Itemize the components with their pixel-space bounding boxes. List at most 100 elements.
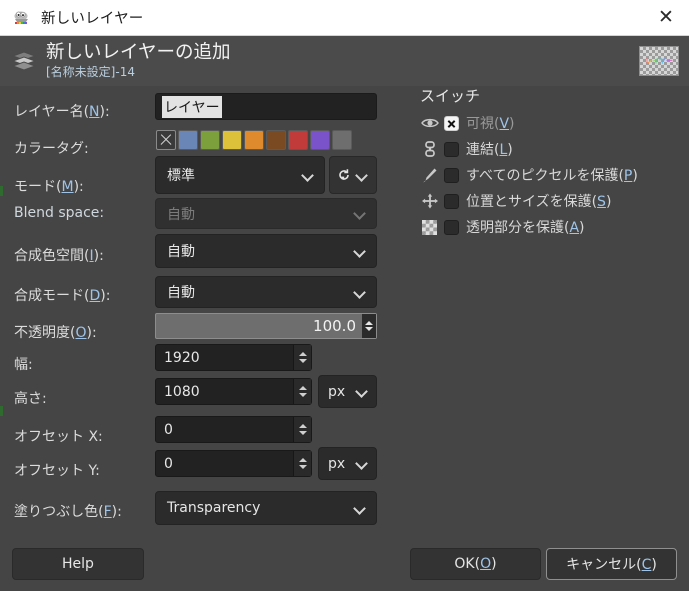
- switches-title: スイッチ: [420, 87, 481, 105]
- mode-value: 標準: [167, 168, 195, 184]
- dialog-header: 新しいレイヤーの追加 [名称未設定]-14 レイヤー: [0, 36, 689, 86]
- layer-name-value: レイヤー: [162, 95, 222, 118]
- mode-dropdown[interactable]: 標準: [155, 156, 325, 194]
- checkerboard-icon: [420, 218, 440, 236]
- help-button-label: Help: [62, 556, 94, 572]
- width-label: 幅:: [14, 357, 33, 373]
- blend-space-dropdown: 自動: [155, 198, 377, 229]
- offset-x-input[interactable]: 0: [155, 416, 312, 443]
- offset-y-input[interactable]: 0: [155, 450, 312, 477]
- composite-mode-value: 自動: [167, 285, 195, 301]
- image-thumbnail: レイヤー: [639, 46, 679, 76]
- switch-label-lock-pixels: すべてのピクセルを保護(P): [466, 168, 638, 184]
- size-unit-value: px: [328, 383, 346, 400]
- link-checkbox[interactable]: [444, 141, 459, 157]
- height-input[interactable]: 1080: [155, 378, 312, 405]
- color-tag-blue[interactable]: [178, 130, 198, 150]
- switch-row-link[interactable]: 連結(L): [420, 138, 513, 160]
- color-tag-gray[interactable]: [332, 130, 352, 150]
- chevron-down-icon: [354, 286, 367, 299]
- gimp-wilber-icon: [12, 8, 32, 28]
- ok-button[interactable]: OK(O): [410, 548, 541, 580]
- opacity-slider[interactable]: 100.0: [155, 313, 377, 339]
- close-icon[interactable]: ✕: [649, 3, 683, 33]
- blend-space-value: 自動: [167, 206, 195, 223]
- offset-y-label: オフセット Y:: [14, 463, 100, 479]
- layers-icon: [10, 48, 38, 74]
- composite-space-value: 自動: [167, 244, 195, 260]
- window-title: 新しいレイヤー: [41, 11, 144, 27]
- eye-icon: [420, 114, 440, 132]
- size-unit-dropdown[interactable]: px: [318, 375, 377, 408]
- color-tag-orange[interactable]: [244, 130, 264, 150]
- chain-link-icon: [420, 140, 440, 158]
- switch-row-lock-alpha[interactable]: 透明部分を保護(A): [420, 216, 585, 238]
- blend-space-label: Blend space:: [14, 205, 105, 221]
- mode-label: モード(M):: [14, 179, 84, 195]
- chevron-down-icon: [356, 169, 369, 182]
- move-arrows-icon: [420, 192, 440, 210]
- chevron-down-icon: [356, 457, 369, 470]
- dialog-footer: Help OK(O) キャンセル(C): [0, 539, 689, 591]
- opacity-stepper[interactable]: [362, 314, 376, 338]
- dialog-title: 新しいレイヤーの追加: [46, 42, 231, 64]
- switch-label-lock-alpha: 透明部分を保護(A): [466, 220, 585, 236]
- fill-color-label: 塗りつぶし色(F):: [14, 504, 122, 520]
- fill-color-dropdown[interactable]: Transparency: [155, 491, 377, 525]
- offset-x-stepper[interactable]: [293, 417, 311, 442]
- color-tag-violet[interactable]: [310, 130, 330, 150]
- chevron-down-icon: [354, 245, 367, 258]
- layer-name-label: レイヤー名(N):: [14, 104, 110, 120]
- offset-unit-dropdown[interactable]: px: [318, 447, 377, 480]
- color-tag-red[interactable]: [288, 130, 308, 150]
- chevron-down-icon: [354, 502, 367, 515]
- width-input[interactable]: 1920: [155, 344, 312, 371]
- height-stepper[interactable]: [293, 379, 311, 404]
- dialog-subtitle: [名称未設定]-14: [46, 64, 135, 79]
- lock-alpha-checkbox[interactable]: [444, 219, 459, 235]
- layer-options-form: レイヤー名(N): レイヤー カラータグ: モード(M): 標準 Blend s…: [0, 86, 392, 539]
- offset-y-value: 0: [164, 455, 173, 472]
- width-stepper[interactable]: [293, 345, 311, 370]
- color-tag-yellow[interactable]: [222, 130, 242, 150]
- opacity-label: 不透明度(O):: [14, 325, 97, 341]
- new-layer-dialog: 新しいレイヤー ✕ 新しいレイヤーの追加 [名称未設定]-14 レイヤー レイヤ…: [0, 0, 689, 591]
- composite-mode-dropdown[interactable]: 自動: [155, 276, 377, 308]
- switch-label-link: 連結(L): [466, 142, 513, 158]
- fill-color-value: Transparency: [167, 500, 261, 516]
- color-tag-green[interactable]: [200, 130, 220, 150]
- color-tag-brown[interactable]: [266, 130, 286, 150]
- window-titlebar: 新しいレイヤー ✕: [0, 0, 689, 36]
- lock-pixels-checkbox[interactable]: [444, 167, 459, 183]
- cancel-button[interactable]: キャンセル(C): [546, 548, 677, 580]
- chevron-down-icon: [354, 207, 367, 220]
- mode-reset-button[interactable]: [329, 156, 377, 194]
- switch-row-visible[interactable]: 可視(V): [420, 112, 515, 134]
- ok-button-label: OK(O): [454, 556, 497, 572]
- offset-x-label: オフセット X:: [14, 429, 103, 445]
- layer-name-input[interactable]: レイヤー: [155, 93, 377, 120]
- switch-row-lock-position[interactable]: 位置とサイズを保護(S): [420, 190, 611, 212]
- help-button[interactable]: Help: [12, 548, 144, 580]
- offset-x-value: 0: [164, 421, 173, 438]
- lock-position-checkbox[interactable]: [444, 193, 459, 209]
- cancel-button-label: キャンセル(C): [566, 557, 657, 573]
- switch-row-lock-pixels[interactable]: すべてのピクセルを保護(P): [420, 164, 638, 186]
- color-tag-none[interactable]: [156, 130, 176, 150]
- color-tag-swatches: [156, 130, 352, 150]
- chevron-down-icon: [356, 385, 369, 398]
- offset-unit-value: px: [328, 455, 346, 472]
- color-tag-label: カラータグ:: [14, 141, 89, 157]
- thumbnail-label: レイヤー: [645, 56, 673, 65]
- visible-checkbox[interactable]: [444, 115, 459, 131]
- switches-panel: スイッチ 可視(V) 連結(L) すべてのピクセルを保護(P) 位置とサイズを保…: [396, 86, 689, 539]
- composite-mode-label: 合成モード(D):: [14, 288, 111, 304]
- offset-y-stepper[interactable]: [293, 451, 311, 476]
- reset-arrow-icon: [339, 169, 349, 180]
- width-value: 1920: [164, 349, 200, 366]
- switch-label-visible: 可視(V): [466, 116, 515, 132]
- switch-label-lock-position: 位置とサイズを保護(S): [466, 194, 612, 210]
- composite-space-dropdown[interactable]: 自動: [155, 234, 377, 268]
- chevron-down-icon: [302, 169, 315, 182]
- paintbrush-icon: [420, 166, 440, 184]
